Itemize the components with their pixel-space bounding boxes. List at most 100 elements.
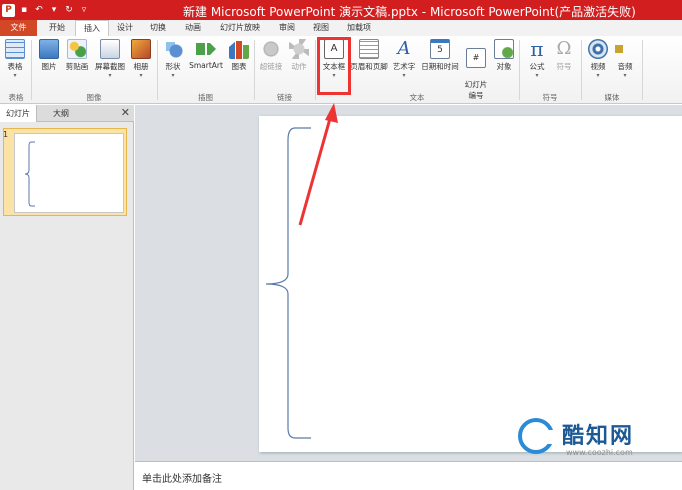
group-label-tables: 表格 <box>8 93 24 102</box>
watermark-logo-icon <box>518 418 554 454</box>
chevron-down-icon: ▾ <box>13 72 17 79</box>
group-label-images: 图像 <box>86 93 102 102</box>
hyperlink-label: 超链接 <box>259 62 283 71</box>
customize-qat-icon[interactable]: ▿ <box>78 4 90 16</box>
undo-icon[interactable]: ↶ <box>33 4 45 16</box>
notes-placeholder[interactable]: 单击此处添加备注 <box>142 470 222 485</box>
tab-file[interactable]: 文件 <box>0 20 37 36</box>
slide-thumbnail-selected[interactable] <box>3 128 127 216</box>
audio-label: 音频 <box>617 62 633 71</box>
powerpoint-logo-icon: P <box>2 3 15 17</box>
close-icon[interactable]: ✕ <box>121 106 130 119</box>
group-separator <box>581 40 582 100</box>
chevron-down-icon: ▾ <box>535 72 539 79</box>
audio-button[interactable]: 音频 ▾ <box>613 39 637 79</box>
album-button[interactable]: 相册 ▾ <box>129 39 153 79</box>
shapes-button[interactable]: 形状 ▾ <box>161 39 185 79</box>
tab-insert[interactable]: 插入 <box>75 20 109 37</box>
tab-animations[interactable]: 动画 <box>178 20 208 36</box>
object-label: 对象 <box>496 62 512 71</box>
textbox-highlight-box <box>317 37 351 95</box>
audio-icon <box>615 39 631 59</box>
album-icon <box>131 39 151 59</box>
chevron-down-icon: ▾ <box>139 72 143 79</box>
screenshot-label: 屏幕截图 <box>95 62 125 71</box>
tab-view[interactable]: 视图 <box>306 20 336 36</box>
equation-icon: π <box>530 37 544 61</box>
slide-number-icon: # <box>466 48 486 68</box>
ribbon-tab-row: 文件 开始 插入 设计 切换 动画 幻灯片放映 审阅 视图 加载项 <box>0 20 682 37</box>
tab-slides[interactable]: 幻灯片 <box>0 105 37 122</box>
chart-icon <box>229 41 249 59</box>
header-footer-icon <box>359 39 379 59</box>
quick-access-toolbar: P ▪ ↶ ▾ ↻ ▿ <box>2 2 90 18</box>
table-icon <box>5 39 25 59</box>
object-icon <box>494 39 514 59</box>
wordart-label: 艺术字 <box>392 62 416 71</box>
tab-review[interactable]: 审阅 <box>272 20 302 36</box>
wordart-button[interactable]: A 艺术字 ▾ <box>390 38 418 80</box>
tab-addins[interactable]: 加载项 <box>341 20 377 36</box>
symbol-label: 符号 <box>556 62 572 71</box>
screenshot-button[interactable]: 屏幕截图 ▾ <box>93 39 127 79</box>
shapes-icon <box>163 39 183 59</box>
save-icon[interactable]: ▪ <box>18 4 30 16</box>
title-bar: P ▪ ↶ ▾ ↻ ▿ 新建 Microsoft PowerPoint 演示文稿… <box>0 0 682 20</box>
group-separator <box>519 40 520 100</box>
group-separator <box>315 40 316 100</box>
equation-button[interactable]: π 公式 ▾ <box>524 39 550 79</box>
picture-button[interactable]: 图片 <box>37 39 61 72</box>
action-icon <box>289 39 309 59</box>
datetime-icon: 5 <box>430 39 450 59</box>
wordart-icon: A <box>397 38 411 59</box>
chevron-down-icon: ▾ <box>402 72 406 79</box>
object-button[interactable]: 对象 <box>492 39 516 72</box>
screenshot-icon <box>100 39 120 59</box>
chevron-down-icon[interactable]: ▾ <box>48 4 60 16</box>
smartart-button[interactable]: SmartArt <box>187 39 225 70</box>
video-icon <box>588 39 608 59</box>
table-button[interactable]: 表格 ▾ <box>2 39 28 79</box>
action-label: 动作 <box>291 62 307 71</box>
group-separator <box>254 40 255 100</box>
picture-label: 图片 <box>41 62 57 71</box>
symbol-icon: Ω <box>556 38 572 59</box>
clipart-icon <box>67 39 87 59</box>
hyperlink-button[interactable]: 超链接 <box>258 39 284 72</box>
brace-shape[interactable] <box>259 116 682 452</box>
video-button[interactable]: 视频 ▾ <box>586 39 610 79</box>
chart-label: 图表 <box>231 62 247 71</box>
group-label-media: 媒体 <box>604 93 620 102</box>
tab-home[interactable]: 开始 <box>39 20 75 36</box>
chart-button[interactable]: 图表 <box>227 39 251 72</box>
clipart-label: 剪贴画 <box>65 62 89 71</box>
symbol-button[interactable]: Ω 符号 <box>552 39 576 72</box>
hyperlink-icon <box>261 39 281 59</box>
album-label: 相册 <box>133 62 149 71</box>
chevron-down-icon: ▾ <box>623 72 627 79</box>
tab-outline[interactable]: 大纲 <box>47 105 75 122</box>
group-label-illustrations: 插图 <box>198 93 213 102</box>
group-separator <box>157 40 158 100</box>
tab-transitions[interactable]: 切换 <box>143 20 173 36</box>
header-footer-button[interactable]: 页眉和页脚 <box>349 39 389 72</box>
group-separator <box>642 40 643 100</box>
tab-slideshow[interactable]: 幻灯片放映 <box>214 20 266 36</box>
datetime-button[interactable]: 5 日期和时间 <box>419 39 461 72</box>
slide-canvas[interactable] <box>259 116 682 452</box>
chevron-down-icon: ▾ <box>108 72 112 79</box>
slide-thumbnail[interactable] <box>14 133 124 213</box>
redo-icon[interactable]: ↻ <box>63 4 75 16</box>
watermark-url: www.coozhi.com <box>566 448 633 457</box>
group-separator <box>31 40 32 100</box>
action-button[interactable]: 动作 <box>287 39 311 72</box>
watermark-title: 酷知网 <box>562 423 635 449</box>
shapes-label: 形状 <box>165 62 181 71</box>
smartart-label: SmartArt <box>189 61 223 70</box>
clipart-button[interactable]: 剪贴画 <box>63 39 91 72</box>
tab-design[interactable]: 设计 <box>110 20 140 36</box>
slides-panel: 幻灯片 大纲 ✕ 1 <box>0 105 134 490</box>
smartart-icon <box>196 43 216 55</box>
group-label-symbols: 符号 <box>542 93 558 102</box>
chevron-down-icon: ▾ <box>596 72 600 79</box>
